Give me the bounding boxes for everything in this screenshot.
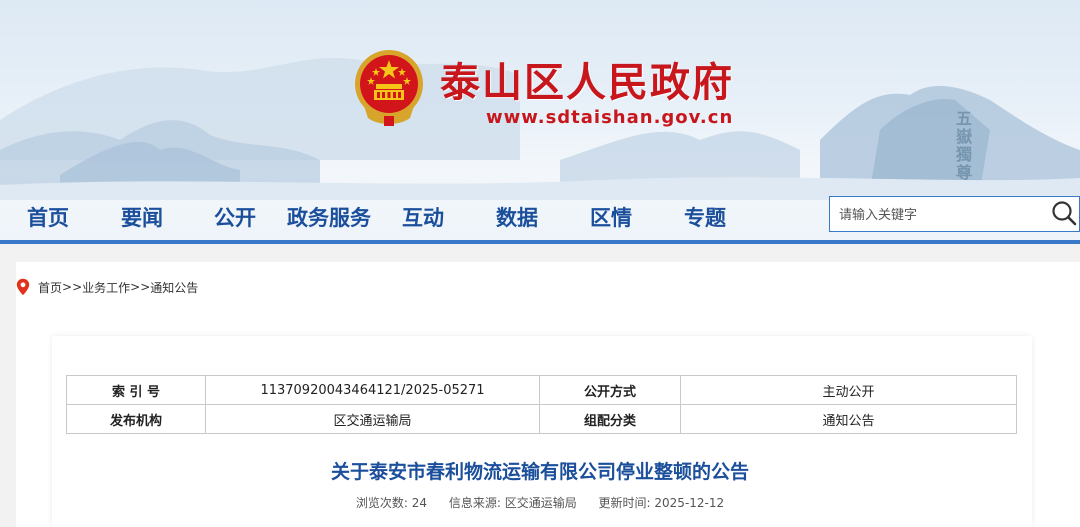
publisher-value: 区交通运输局 [205, 404, 540, 434]
site-url: www.sdtaishan.gov.cn [486, 107, 734, 128]
breadcrumb-home[interactable]: 首页 [38, 279, 62, 296]
updated-value: 2025-12-12 [654, 496, 725, 510]
search-input[interactable] [839, 205, 1039, 225]
disclosure-method-label: 公开方式 [539, 375, 681, 405]
nav-item-news[interactable]: 要闻 [121, 202, 163, 232]
breadcrumb: 首页 >> 业务工作 >> 通知公告 [16, 278, 198, 296]
table-row: 发布机构 区交通运输局 组配分类 通知公告 [66, 404, 1017, 434]
nav-divider [0, 240, 1080, 244]
metadata-table: 索 引 号 11370920043464121/2025-05271 公开方式 … [66, 375, 1017, 434]
nav-item-public[interactable]: 公开 [214, 202, 256, 232]
breadcrumb-notices[interactable]: 通知公告 [150, 279, 198, 296]
source-info: 信息来源: 区交通运输局 [449, 496, 577, 510]
updated-info: 更新时间: 2025-12-12 [599, 496, 725, 510]
nav-item-interaction[interactable]: 互动 [402, 202, 444, 232]
nav-item-services[interactable]: 政务服务 [287, 202, 371, 232]
publisher-label: 发布机构 [66, 404, 206, 434]
national-emblem-icon [355, 50, 423, 126]
site-title: 泰山区人民政府 [440, 59, 734, 106]
views-info: 浏览次数: 24 [356, 496, 427, 510]
updated-label: 更新时间: [598, 496, 651, 510]
breadcrumb-business[interactable]: 业务工作 [82, 279, 130, 296]
nav-item-home[interactable]: 首页 [27, 202, 69, 232]
views-label: 浏览次数: [355, 496, 408, 510]
article-info: 浏览次数: 24 信息来源: 区交通运输局 更新时间: 2025-12-12 [0, 494, 1080, 511]
location-pin-icon [16, 278, 30, 296]
source-label: 信息来源: [448, 496, 501, 510]
index-number-label: 索 引 号 [66, 375, 206, 405]
index-number-value: 11370920043464121/2025-05271 [205, 375, 540, 405]
search-box [829, 196, 1080, 232]
category-value: 通知公告 [680, 404, 1017, 434]
breadcrumb-separator: >> [62, 280, 83, 294]
main-nav: 首页 要闻 公开 政务服务 互动 数据 区情 专题 [0, 196, 820, 240]
table-row: 索 引 号 11370920043464121/2025-05271 公开方式 … [66, 375, 1017, 405]
search-icon[interactable] [1050, 199, 1078, 227]
source-value: 区交通运输局 [504, 496, 577, 510]
article-title: 关于泰安市春利物流运输有限公司停业整顿的公告 [330, 461, 749, 483]
category-label: 组配分类 [539, 404, 681, 434]
nav-item-district[interactable]: 区情 [590, 202, 632, 232]
nav-item-data[interactable]: 数据 [496, 202, 538, 232]
nav-item-topics[interactable]: 专题 [684, 202, 726, 232]
calligraphy-inscription: 五嶽獨尊 [953, 110, 972, 182]
breadcrumb-separator: >> [130, 280, 151, 294]
disclosure-method-value: 主动公开 [680, 375, 1017, 405]
views-count: 24 [411, 496, 427, 510]
